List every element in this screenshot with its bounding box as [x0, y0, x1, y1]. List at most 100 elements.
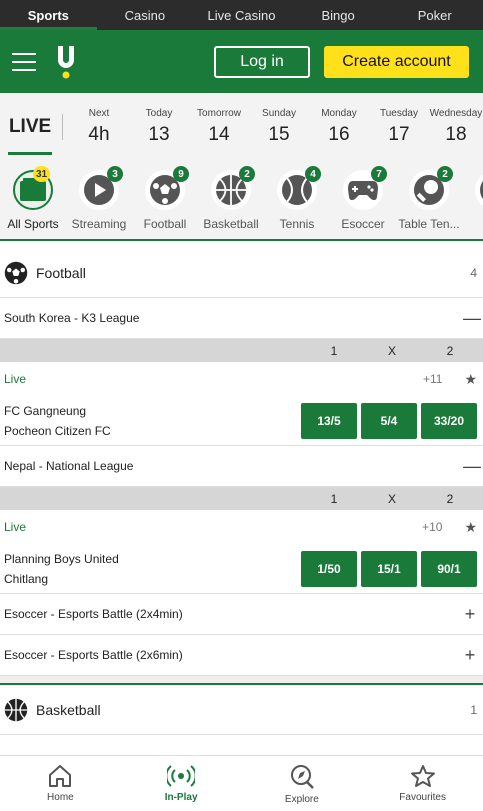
league-header[interactable]: South Korea - K3 League — — [0, 298, 483, 339]
count-badge: 9 — [173, 166, 189, 182]
league-name: South Korea - K3 League — [4, 311, 140, 325]
count-badge: 3 — [107, 166, 123, 182]
date-wednesday[interactable]: Wednesday 18 — [429, 108, 483, 146]
sport-label: All Sports — [7, 217, 59, 231]
in-play-icon — [167, 765, 196, 787]
date-today[interactable]: Today 13 — [129, 108, 189, 146]
date-label: Sunday — [262, 108, 296, 119]
more-markets-link[interactable]: +10 — [422, 520, 442, 534]
tab-live-casino[interactable]: Live Casino — [193, 0, 290, 30]
tab-poker[interactable]: Poker — [386, 0, 483, 30]
nav-home[interactable]: Home — [0, 756, 121, 811]
live-label: Live — [4, 372, 27, 386]
login-button[interactable]: Log in — [214, 45, 310, 78]
odds-button-away[interactable]: 90/1 — [421, 550, 477, 587]
create-account-button[interactable]: Create account — [324, 45, 469, 78]
league-header[interactable]: Esoccer - Esports Battle (2x4min) + — [0, 594, 483, 635]
collapse-icon[interactable]: — — [463, 456, 481, 477]
odds-button-home[interactable]: 1/50 — [301, 550, 357, 587]
odds-button-draw[interactable]: 5/4 — [361, 402, 417, 439]
sport-label: Football — [143, 217, 187, 231]
league-name: Esoccer - Esports Battle (2x4min) — [4, 607, 183, 621]
odds-button-draw[interactable]: 15/1 — [361, 550, 417, 587]
nav-label: Explore — [284, 794, 319, 805]
date-sunday[interactable]: Sunday 15 — [249, 108, 309, 146]
live-label: Live — [4, 520, 27, 534]
sport-table-tennis[interactable]: Table Ten... 2 — [396, 161, 462, 239]
count-badge: 2 — [239, 166, 255, 182]
live-tab[interactable]: LIVE — [6, 93, 54, 161]
unibet-logo[interactable] — [54, 44, 78, 80]
tab-casino[interactable]: Casino — [97, 0, 194, 30]
odds-column-header: 1 X 2 — [0, 339, 483, 362]
expand-icon[interactable]: + — [463, 645, 477, 666]
date-label: Today — [145, 108, 173, 119]
sport-esoccer[interactable]: Esoccer 7 — [330, 161, 396, 239]
sport-football[interactable]: Football 9 — [132, 161, 198, 239]
event-teams: FC Gangneung Pocheon Citizen FC — [4, 401, 111, 441]
star-icon — [410, 765, 435, 787]
count-badge: 31 — [33, 166, 51, 182]
league-header[interactable]: Nepal - National League — — [0, 446, 483, 487]
star-icon[interactable]: ★ — [464, 371, 477, 388]
odds-group: 13/5 5/4 33/20 — [301, 402, 477, 439]
event-row[interactable]: Planning Boys United Chitlang 1/50 15/1 … — [0, 544, 483, 594]
nav-favourites[interactable]: Favourites — [362, 756, 483, 811]
nav-in-play[interactable]: In-Play — [121, 756, 242, 811]
date-next[interactable]: Next 4h — [69, 108, 129, 146]
star-icon[interactable]: ★ — [464, 519, 477, 536]
more-markets-link[interactable]: +11 — [423, 372, 442, 386]
odds-column-header: 1 X 2 — [0, 487, 483, 510]
sport-label: Esoccer — [341, 217, 385, 231]
col-away: 2 — [446, 343, 454, 358]
baseball-icon — [475, 170, 483, 210]
sport-all-sports[interactable]: All Sports 31 — [0, 161, 66, 239]
col-home: 1 — [330, 491, 338, 506]
date-tuesday[interactable]: Tuesday 17 — [369, 108, 429, 146]
nav-label: Home — [47, 792, 74, 803]
sport-label: Basketball — [203, 217, 259, 231]
sport-label: Streaming — [71, 217, 127, 231]
bottom-nav: Home In-Play Explore Favourites — [0, 755, 483, 811]
date-tomorrow[interactable]: Tomorrow 14 — [189, 108, 249, 146]
event-teams: Planning Boys United Chitlang — [4, 549, 119, 589]
menu-icon[interactable] — [12, 52, 36, 71]
odds-button-home[interactable]: 13/5 — [301, 402, 357, 439]
away-team: Chitlang — [4, 571, 49, 586]
date-value: 16 — [328, 124, 350, 145]
tab-sports[interactable]: Sports — [0, 0, 97, 30]
sport-streaming[interactable]: Streaming 3 — [66, 161, 132, 239]
home-icon — [49, 765, 72, 787]
sports-carousel: All Sports 31 Streaming 3 Football 9 Bas… — [0, 161, 483, 241]
league-header[interactable]: Esoccer - Esports Battle (2x6min) + — [0, 635, 483, 676]
date-value: 18 — [445, 124, 467, 145]
nav-explore[interactable]: Explore — [242, 756, 363, 811]
date-monday[interactable]: Monday 16 — [309, 108, 369, 146]
event-row[interactable]: FC Gangneung Pocheon Citizen FC 13/5 5/4… — [0, 396, 483, 446]
section-divider — [0, 676, 483, 685]
count-badge: 4 — [305, 166, 321, 182]
league-name: Esoccer - Esports Battle (2x6min) — [4, 648, 183, 662]
section-title: Football — [36, 264, 86, 281]
home-team: Planning Boys United — [4, 551, 119, 566]
home-team: FC Gangneung — [4, 403, 87, 418]
event-status-row: Live +11 ★ — [0, 362, 483, 396]
sport-baseball[interactable]: Ba — [462, 161, 483, 239]
collapse-icon[interactable]: — — [463, 308, 481, 329]
expand-icon[interactable]: + — [463, 604, 477, 625]
sport-label: Tennis — [279, 217, 315, 231]
col-home: 1 — [330, 343, 338, 358]
col-draw: X — [387, 491, 396, 506]
divider — [62, 114, 63, 140]
sport-tennis[interactable]: Tennis 4 — [264, 161, 330, 239]
date-filter-bar: LIVE Next 4h Today 13 Tomorrow 14 Sunday 15 … — [0, 93, 483, 161]
sport-basketball[interactable]: Basketball 2 — [198, 161, 264, 239]
count-badge: 2 — [437, 166, 453, 182]
tab-bingo[interactable]: Bingo — [290, 0, 387, 30]
basketball-section-header[interactable]: Basketball 1 — [0, 685, 483, 735]
date-value: 17 — [388, 124, 410, 145]
football-section-header[interactable]: Football 4 — [0, 248, 483, 298]
date-label: Monday — [321, 108, 357, 119]
odds-button-away[interactable]: 33/20 — [421, 402, 477, 439]
date-value: 4h — [88, 124, 110, 145]
